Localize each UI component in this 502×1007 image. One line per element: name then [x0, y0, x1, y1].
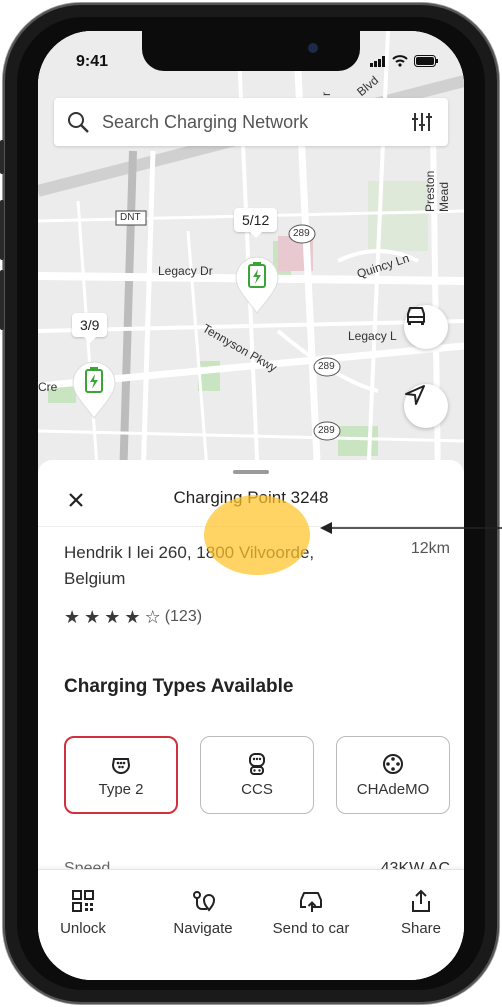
- unlock-label: Unlock: [60, 920, 106, 937]
- charging-station-icon: [72, 361, 116, 419]
- street-label: Cre: [38, 380, 58, 394]
- star-filled-icon: ★: [84, 607, 101, 627]
- star-filled-icon: ★: [64, 607, 81, 627]
- status-icons: [370, 55, 438, 67]
- status-time: 9:41: [76, 53, 109, 70]
- search-icon: [68, 112, 89, 133]
- car-icon: [407, 307, 425, 325]
- navigate-label: Navigate: [173, 920, 233, 937]
- route-icon: [193, 891, 216, 912]
- navigation-arrow-icon: [405, 385, 425, 405]
- street-label: r: [319, 92, 333, 96]
- street-label: Legacy Dr: [158, 264, 213, 278]
- station-rating: ★ ★ ★ ★ ☆ (123): [64, 608, 202, 626]
- street-label: DNT: [120, 212, 141, 223]
- side-button: [0, 200, 4, 260]
- charging-types-heading: Charging Types Available: [64, 676, 294, 697]
- type2-connector-icon: [111, 757, 131, 774]
- sheet-drag-handle[interactable]: [233, 470, 269, 474]
- route-shield-label: 289: [318, 361, 335, 372]
- station-availability-badge[interactable]: 3/9: [72, 313, 108, 343]
- chademo-connector-icon: [383, 753, 403, 774]
- tap-highlight-marker: [204, 495, 310, 575]
- wifi-icon: [392, 55, 408, 67]
- sliders-icon[interactable]: [410, 110, 434, 134]
- charging-type-type2[interactable]: Type 2: [64, 736, 178, 814]
- share-label: Share: [400, 920, 442, 937]
- device-notch: [142, 31, 360, 71]
- ccs-connector-icon: [249, 752, 265, 775]
- rating-count: (123): [164, 608, 203, 625]
- qr-code-icon: [72, 890, 94, 912]
- charging-station-pin[interactable]: [71, 361, 117, 419]
- battery-icon: [414, 55, 438, 67]
- route-shield-label: 289: [293, 228, 310, 239]
- star-filled-icon: ★: [124, 607, 141, 627]
- route-shield-label: 289: [318, 425, 335, 436]
- side-button: [0, 140, 4, 174]
- charging-station-icon: [235, 256, 279, 314]
- street-label: Legacy L: [348, 329, 397, 343]
- search-bar[interactable]: [54, 98, 448, 146]
- street-label: Preston Mead: [423, 170, 451, 212]
- charging-type-ccs[interactable]: CCS: [200, 736, 314, 814]
- send-to-car-icon: [300, 892, 322, 912]
- camera-icon: [308, 43, 318, 53]
- action-bar: Unlock Navigate Send to car Share: [38, 869, 464, 980]
- charging-type-label: CHAdeMO: [356, 780, 430, 798]
- annotation-arrow-icon: [320, 522, 502, 534]
- side-button: [0, 270, 4, 330]
- share-icon: [412, 889, 430, 912]
- star-empty-icon: ☆: [144, 607, 161, 627]
- charging-types-list: Type 2 CCS CHAdeMO: [64, 736, 450, 814]
- charging-type-label: Type 2: [98, 780, 144, 798]
- signal-icon: [370, 55, 385, 67]
- charging-type-label: CCS: [241, 780, 273, 798]
- my-location-button[interactable]: [404, 384, 448, 428]
- unlock-button[interactable]: Unlock: [38, 888, 128, 938]
- send-to-car-label: Send to car: [272, 920, 350, 937]
- charging-station-pin[interactable]: [234, 256, 280, 314]
- share-button[interactable]: Share: [376, 888, 464, 938]
- star-filled-icon: ★: [104, 607, 121, 627]
- charging-type-chademo[interactable]: CHAdeMO: [336, 736, 450, 814]
- car-location-button[interactable]: [404, 305, 448, 349]
- station-availability-badge[interactable]: 5/12: [234, 208, 278, 238]
- send-to-car-button[interactable]: Send to car: [261, 888, 361, 938]
- search-input[interactable]: [100, 110, 404, 134]
- navigate-button[interactable]: Navigate: [158, 888, 248, 938]
